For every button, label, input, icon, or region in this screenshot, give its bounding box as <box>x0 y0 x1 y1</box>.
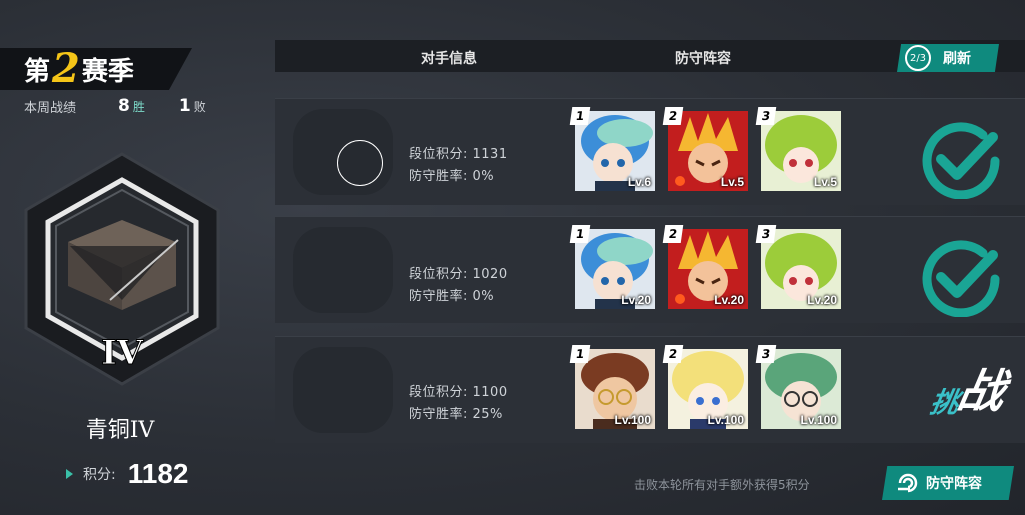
green-glasses-hero-portrait[interactable]: 3 Lv.100 <box>755 345 841 429</box>
season-number: 2 <box>52 45 80 92</box>
play-arrow-icon <box>66 469 73 479</box>
hero-level: Lv.20 <box>621 293 651 307</box>
header-opponent-info: 对手信息 <box>421 51 477 67</box>
rank-roman: IV <box>101 333 144 373</box>
hero-level: Lv.20 <box>714 293 744 307</box>
rank-points: 段位积分: 1100 <box>409 385 508 400</box>
score-value: 1182 <box>127 458 189 489</box>
defense-heroes: 1 Lv.100 2 Lv.100 3 Lv.100 <box>569 345 854 429</box>
hero-slot-number: 3 <box>755 225 777 243</box>
hero-level: Lv.100 <box>614 413 651 427</box>
hero-level: Lv.100 <box>707 413 744 427</box>
challenge-button[interactable]: 挑 战 <box>928 355 1009 421</box>
rank-emblem-icon: IV <box>24 152 220 386</box>
opponent-row[interactable]: 段位积分: 1020 防守胜率: 0% 1 Lv.20 2 Lv.20 3 Lv… <box>275 216 1025 323</box>
opponent-avatar <box>293 347 393 433</box>
refresh-button[interactable]: 2/3 刷新 <box>897 44 999 72</box>
rank-name: 青铜IV <box>85 418 155 443</box>
hero-slot-number: 1 <box>569 225 591 243</box>
season-suffix: 赛季 <box>81 56 134 87</box>
hero-level: Lv.20 <box>807 293 837 307</box>
weekly-losses: 1 <box>178 96 191 116</box>
opponent-row[interactable]: 段位积分: 1131 防守胜率: 0% 1 Lv.6 2 Lv.5 3 Lv.5 <box>275 98 1025 205</box>
rank-points: 段位积分: 1131 <box>409 147 508 162</box>
weekly-wins: 8 <box>118 96 130 116</box>
hero-level: Lv.5 <box>720 175 744 189</box>
blue-hair-hero-portrait[interactable]: 1 Lv.20 <box>569 225 655 309</box>
season-banner: 第 2 赛季 <box>0 48 192 90</box>
opponent-row[interactable]: 段位积分: 1100 防守胜率: 25% 1 Lv.100 2 Lv.100 3… <box>275 336 1025 443</box>
blue-hair-hero-portrait[interactable]: 1 Lv.6 <box>569 107 655 191</box>
rank-points: 段位积分: 1020 <box>409 267 508 282</box>
defense-heroes: 1 Lv.6 2 Lv.5 3 Lv.5 <box>569 107 854 191</box>
defeated-check-icon <box>922 122 1000 199</box>
hero-level: Lv.6 <box>627 175 651 189</box>
refresh-label: 刷新 <box>943 51 971 67</box>
defeated-check-icon <box>922 240 1000 317</box>
hero-slot-number: 2 <box>662 107 684 125</box>
defense-heroes: 1 Lv.20 2 Lv.20 3 Lv.20 <box>569 225 854 309</box>
score-label: 积分: <box>83 467 116 483</box>
refresh-count: 2/3 <box>905 45 931 71</box>
hero-level: Lv.5 <box>813 175 837 189</box>
defense-win-rate: 防守胜率: 0% <box>409 169 495 184</box>
weekly-wins-label: 胜 <box>132 99 145 114</box>
hero-slot-number: 3 <box>755 345 777 363</box>
green-hair-hero-portrait[interactable]: 3 Lv.5 <box>755 107 841 191</box>
weekly-record: 本周战绩 8 胜 1 败 <box>24 96 206 116</box>
defense-lineup-button[interactable]: 防守阵容 <box>882 466 1014 500</box>
fire-hero-portrait[interactable]: 2 Lv.5 <box>662 107 748 191</box>
blonde-hero-portrait[interactable]: 2 Lv.100 <box>662 345 748 429</box>
season-prefix: 第 <box>24 56 51 87</box>
defense-lineup-label: 防守阵容 <box>926 476 982 492</box>
hero-slot-number: 3 <box>755 107 777 125</box>
challenge-label-b: 战 <box>953 364 1010 418</box>
swirl-icon <box>898 473 918 493</box>
header-defense-lineup: 防守阵容 <box>675 51 731 67</box>
hero-level: Lv.100 <box>800 413 837 427</box>
fire-hero-portrait[interactable]: 2 Lv.20 <box>662 225 748 309</box>
hero-slot-number: 2 <box>662 345 684 363</box>
hero-slot-number: 1 <box>569 345 591 363</box>
weekly-losses-label: 败 <box>193 99 206 114</box>
glasses-man-hero-portrait[interactable]: 1 Lv.100 <box>569 345 655 429</box>
bonus-note: 击败本轮所有对手额外获得5积分 <box>634 478 810 492</box>
weekly-label: 本周战绩 <box>24 100 77 116</box>
hero-slot-number: 2 <box>662 225 684 243</box>
green-hair-hero-portrait[interactable]: 3 Lv.20 <box>755 225 841 309</box>
touch-indicator <box>337 140 383 186</box>
defense-win-rate: 防守胜率: 25% <box>409 407 503 422</box>
defense-win-rate: 防守胜率: 0% <box>409 289 495 304</box>
hero-slot-number: 1 <box>569 107 591 125</box>
score-display: 积分: 1182 <box>66 458 188 490</box>
opponent-avatar <box>293 227 393 313</box>
